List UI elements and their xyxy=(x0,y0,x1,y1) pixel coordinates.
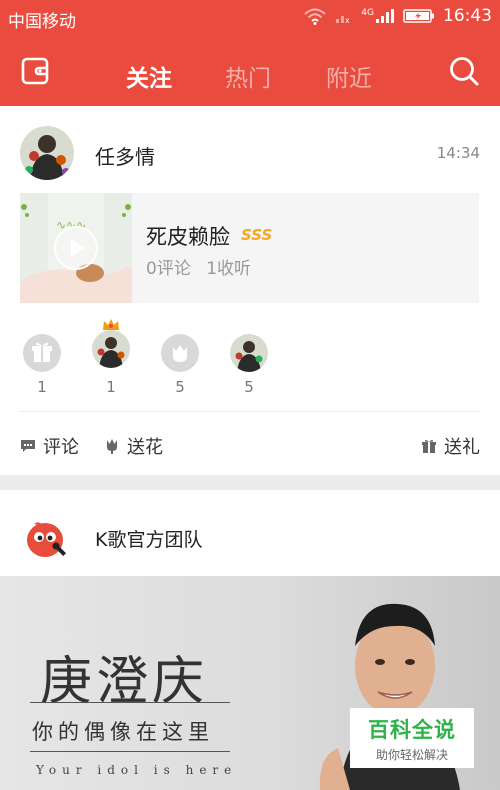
song-card[interactable]: ∿∿∿ 死皮赖脸 SSS 0评论 1收听 xyxy=(20,193,479,303)
song-cover[interactable]: ∿∿∿ xyxy=(20,193,132,303)
gift-count: 5 xyxy=(244,378,254,396)
fan-avatar[interactable] xyxy=(229,334,269,372)
send-flower-button[interactable]: 送花 xyxy=(104,433,163,459)
flower-icon xyxy=(107,439,117,454)
crown-icon xyxy=(103,319,119,330)
score-badge: SSS xyxy=(241,226,273,244)
song-title[interactable]: 死皮赖脸 xyxy=(146,221,230,251)
status-bar: 中国移动 x 4G 16:43 xyxy=(0,0,500,36)
comment-button[interactable]: 评论 xyxy=(20,433,79,459)
gift-count: 5 xyxy=(175,378,185,396)
watermark-title: 百科全说 xyxy=(368,718,456,742)
search-icon[interactable] xyxy=(448,55,480,87)
flower-label: 送花 xyxy=(127,437,163,458)
send-gift-button[interactable]: 送礼 xyxy=(421,433,480,459)
comment-count: 0评论 xyxy=(146,259,191,279)
gift-label: 送礼 xyxy=(444,437,480,458)
post-username[interactable]: 任多情 xyxy=(95,141,155,170)
clock: 16:43 xyxy=(443,6,492,26)
watermark: 百科全说 助你轻松解决 xyxy=(350,708,474,768)
banner-divider xyxy=(30,751,230,752)
play-icon[interactable] xyxy=(53,225,99,271)
signal-icon: 4G xyxy=(361,8,395,24)
gift-icon xyxy=(422,439,436,453)
flower-icon xyxy=(161,334,199,372)
banner-english: Your idol is here xyxy=(36,763,238,777)
battery-icon xyxy=(403,9,434,23)
comment-icon xyxy=(21,440,35,452)
official-avatar[interactable] xyxy=(22,512,72,562)
song-stats: 0评论 1收听 xyxy=(146,254,251,279)
user-avatar[interactable] xyxy=(20,126,74,180)
gift-icon xyxy=(23,334,61,372)
tab-nearby[interactable]: 附近 xyxy=(326,59,372,93)
wallet-icon[interactable] xyxy=(20,56,50,86)
no-signal-icon: x xyxy=(336,16,350,24)
feed-card: 任多情 14:34 ∿∿∿ 死皮赖脸 SSS 0评论 1收听 1 1 5 5 评… xyxy=(0,106,500,475)
top-fan-avatar[interactable] xyxy=(91,318,131,368)
wifi-icon xyxy=(304,8,326,25)
tab-following[interactable]: 关注 xyxy=(126,59,172,93)
flower-item[interactable] xyxy=(160,334,200,372)
divider xyxy=(20,411,480,412)
top-nav-bar: 关注 热门 附近 xyxy=(0,36,500,106)
tab-popular[interactable]: 热门 xyxy=(225,59,271,93)
gift-count: 1 xyxy=(37,378,47,396)
official-username[interactable]: K歌官方团队 xyxy=(95,525,202,552)
svg-text:x: x xyxy=(345,16,350,24)
listen-count: 1收听 xyxy=(206,259,252,279)
banner-divider xyxy=(30,702,230,703)
gift-item[interactable] xyxy=(22,334,62,372)
gift-count: 1 xyxy=(106,378,116,396)
carrier-name: 中国移动 xyxy=(8,12,76,32)
watermark-subtitle: 助你轻松解决 xyxy=(375,748,448,762)
status-icons: x 4G 16:43 xyxy=(303,6,492,26)
promo-banner[interactable]: 庚澄庆 你的偶像在这里 Your idol is here 百科全说 助你轻松解… xyxy=(0,576,500,790)
post-time: 14:34 xyxy=(436,144,480,162)
banner-subtitle: 你的偶像在这里 xyxy=(32,720,214,744)
comment-label: 评论 xyxy=(43,437,79,458)
